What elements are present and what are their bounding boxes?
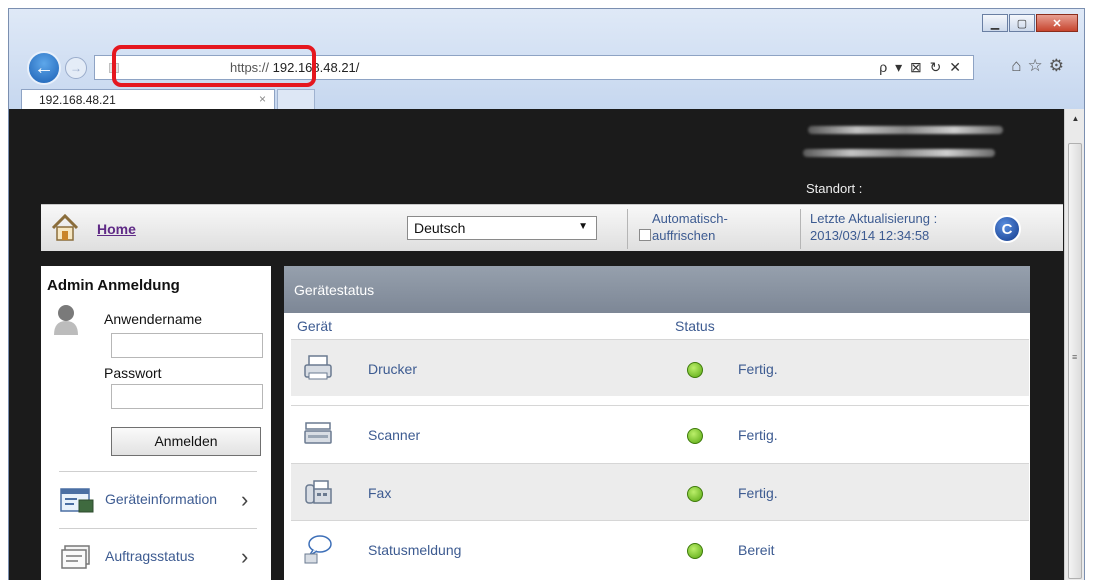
last-update-value: 2013/03/14 12:34:58 — [810, 228, 930, 243]
printer-icon — [304, 355, 332, 380]
location-label: Standort : — [806, 181, 863, 196]
new-tab-button[interactable] — [277, 89, 315, 110]
forward-arrow-icon[interactable]: → — [65, 57, 87, 79]
device-info-icon — [60, 488, 94, 513]
device-name[interactable]: Fax — [368, 485, 391, 501]
auto-refresh-checkbox[interactable] — [639, 229, 651, 241]
sidebar-item-label: Auftragsstatus — [105, 548, 195, 564]
vertical-scrollbar[interactable]: ▲ ≡ — [1064, 109, 1084, 580]
status-indicator-icon — [687, 362, 703, 378]
auto-refresh-label-line2: auffrischen — [652, 228, 716, 243]
column-header-device: Gerät — [297, 318, 333, 334]
table-row[interactable]: Fax Fertig. — [291, 463, 1029, 520]
device-status: Fertig. — [738, 485, 778, 501]
auto-refresh-label: Automatisch- auffrischen — [652, 210, 728, 244]
sidebar-item-device-info[interactable]: Geräteinformation › — [59, 471, 257, 528]
panel-title: Gerätestatus — [294, 282, 375, 298]
scroll-up-icon[interactable]: ▲ — [1065, 109, 1084, 129]
auto-refresh-label-line1: Automatisch- — [652, 211, 728, 226]
device-name[interactable]: Scanner — [368, 427, 420, 443]
password-input[interactable] — [111, 384, 263, 409]
tab-close-icon[interactable]: × — [259, 92, 266, 106]
status-indicator-icon — [687, 486, 703, 502]
admin-login-title: Admin Anmeldung — [47, 277, 180, 294]
device-host-blurred — [803, 149, 995, 157]
home-icon[interactable] — [51, 214, 79, 242]
status-indicator-icon — [687, 428, 703, 444]
tab-192-168-48-21[interactable]: 192.168.48.21 × — [21, 89, 275, 110]
chevron-right-icon: › — [241, 487, 249, 512]
device-status: Fertig. — [738, 427, 778, 443]
left-panel: Admin Anmeldung Anwendername Passwort An… — [41, 266, 271, 580]
title-bar: ▁ ▢ ✕ ← → https:// 192.168.48.21/ ρ ▾ ⊠ … — [9, 9, 1084, 110]
fax-icon — [305, 480, 332, 504]
address-tools[interactable]: ρ ▾ ⊠ ↻ ✕ — [879, 59, 963, 76]
device-status: Fertig. — [738, 361, 778, 377]
settings-gear-icon[interactable]: ⚙ — [1049, 56, 1070, 75]
sidebar-item-label: Geräteinformation — [105, 491, 218, 507]
refresh-icon[interactable]: C — [993, 215, 1021, 243]
scanner-icon — [304, 422, 332, 444]
browser-window: ▁ ▢ ✕ ← → https:// 192.168.48.21/ ρ ▾ ⊠ … — [8, 8, 1085, 580]
minimize-icon[interactable]: ▁ — [982, 14, 1008, 32]
language-value: Deutsch — [414, 220, 466, 236]
web-content: Standort : Home Deutsch ▼ Automatisch- a… — [9, 109, 1064, 580]
device-status: Bereit — [738, 542, 775, 558]
table-row[interactable]: Drucker Fertig. — [291, 339, 1029, 396]
home-link[interactable]: Home — [97, 221, 136, 237]
chevron-right-icon: › — [241, 544, 249, 569]
close-window-icon[interactable]: ✕ — [1036, 14, 1078, 32]
login-button[interactable]: Anmelden — [111, 427, 261, 456]
device-name-blurred — [808, 126, 1003, 134]
status-indicator-icon — [687, 543, 703, 559]
column-header-status: Status — [675, 318, 715, 334]
toolbar-icons: ⌂☆⚙ — [1011, 56, 1070, 76]
maximize-icon[interactable]: ▢ — [1009, 14, 1035, 32]
last-update-label: Letzte Aktualisierung : — [810, 211, 938, 226]
panel-header: Gerätestatus — [284, 266, 1030, 313]
language-select[interactable]: Deutsch ▼ — [407, 216, 597, 240]
tab-title: 192.168.48.21 — [39, 93, 116, 107]
status-message-icon — [304, 535, 332, 564]
table-row[interactable]: Statusmeldung Bereit — [291, 520, 1029, 577]
device-status-panel: Gerätestatus Gerät Status Drucker Fertig… — [284, 266, 1030, 580]
divider — [627, 209, 628, 249]
scrollbar-thumb[interactable]: ≡ — [1068, 143, 1082, 579]
device-name[interactable]: Statusmeldung — [368, 542, 461, 558]
user-avatar-icon — [54, 305, 78, 335]
divider — [800, 209, 801, 249]
window-controls: ▁ ▢ ✕ — [981, 14, 1078, 32]
username-input[interactable] — [111, 333, 263, 358]
table-row[interactable]: Scanner Fertig. — [291, 405, 1029, 462]
chevron-down-icon: ▼ — [578, 221, 588, 232]
back-arrow-icon[interactable]: ← — [27, 51, 61, 85]
job-status-icon — [61, 545, 90, 569]
home-browser-icon[interactable]: ⌂ — [1011, 56, 1027, 75]
username-label: Anwendername — [104, 311, 203, 327]
url-highlight-annotation — [112, 45, 316, 87]
favorites-star-icon[interactable]: ☆ — [1028, 56, 1049, 75]
device-toolbar: Home Deutsch ▼ Automatisch- auffrischen … — [41, 204, 1063, 252]
sidebar-item-job-status[interactable]: Auftragsstatus › — [59, 528, 257, 580]
device-name[interactable]: Drucker — [368, 361, 417, 377]
last-update: Letzte Aktualisierung : 2013/03/14 12:34… — [810, 210, 937, 244]
password-label: Passwort — [104, 365, 162, 381]
grip-icon: ≡ — [1072, 352, 1078, 362]
main-area: Admin Anmeldung Anwendername Passwort An… — [9, 251, 1064, 580]
